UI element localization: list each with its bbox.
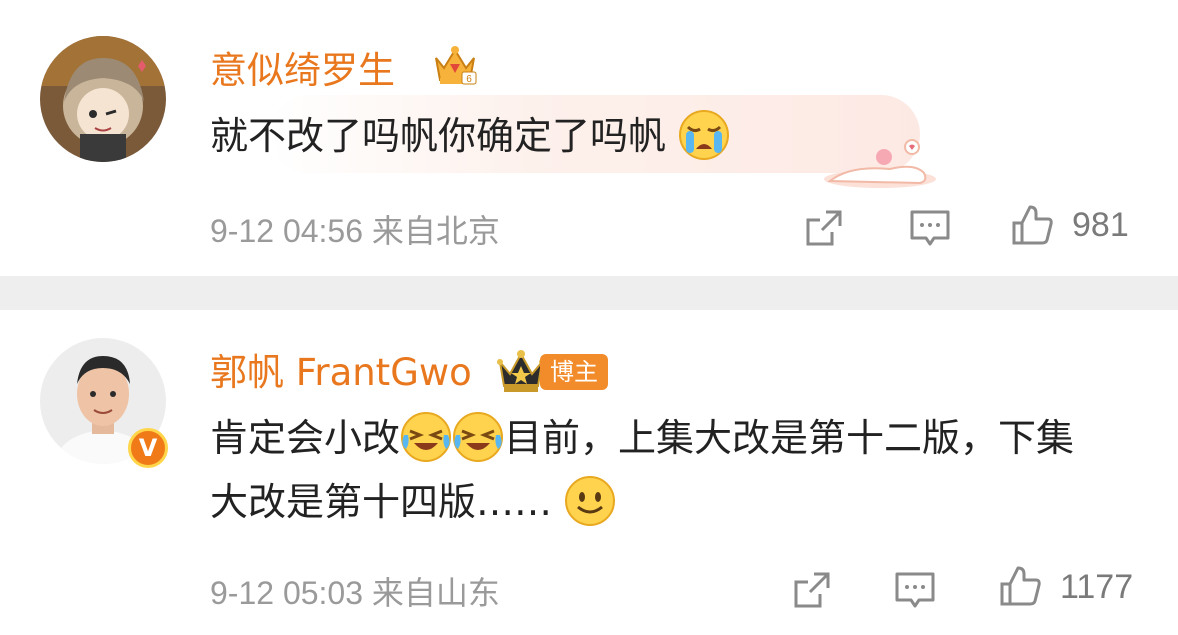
comment-text: 肯定会小改 目前，上集大改是第十二版，下集大改是第十四版…… [210,406,1110,534]
comment-list: 意似绮罗生 6 就不改了吗帆你确定了吗帆 9-12 04:56 来自北京 981… [0,0,1178,635]
share-icon[interactable] [790,568,834,612]
comment-meta: 9-12 04:56 来自北京 [210,206,500,252]
location: 来自山东 [371,575,500,611]
share-icon[interactable] [802,206,846,250]
like-count: 1177 [1060,568,1134,606]
crown-badge-icon[interactable]: 6 [432,42,478,86]
comment-text: 就不改了吗帆你确定了吗帆 [210,104,730,168]
divider [0,276,1178,310]
username[interactable]: 意似绮罗生 [210,40,395,94]
like-icon[interactable] [998,564,1042,608]
laughing-crying-emoji-icon [401,411,452,462]
comment-icon[interactable] [893,568,937,612]
timestamp: 9-12 04:56 [210,213,364,249]
laughing-crying-emoji-icon [453,411,504,462]
crying-emoji-icon [679,109,730,160]
comment-meta: 9-12 05:03 来自山东 [210,568,500,614]
like-icon[interactable] [1010,203,1054,247]
cat-decoration-icon [824,139,936,188]
comment-item: V 郭帆 FrantGwo 博主 肯定会小改 目前，上集大改是第十二版，下集大改… [0,310,1178,635]
comment-icon[interactable] [908,206,952,250]
avatar[interactable] [40,36,166,162]
crown-badge-icon[interactable] [496,348,546,394]
like-count: 981 [1072,206,1129,244]
location: 来自北京 [371,213,500,249]
username[interactable]: 郭帆 FrantGwo [210,342,472,396]
verified-badge: V [128,428,168,468]
comment-item: 意似绮罗生 6 就不改了吗帆你确定了吗帆 9-12 04:56 来自北京 981 [0,0,1178,276]
smile-emoji-icon [565,475,616,526]
blogger-badge: 博主 [540,354,608,390]
timestamp: 9-12 05:03 [210,575,364,611]
svg-text:6: 6 [466,74,472,85]
